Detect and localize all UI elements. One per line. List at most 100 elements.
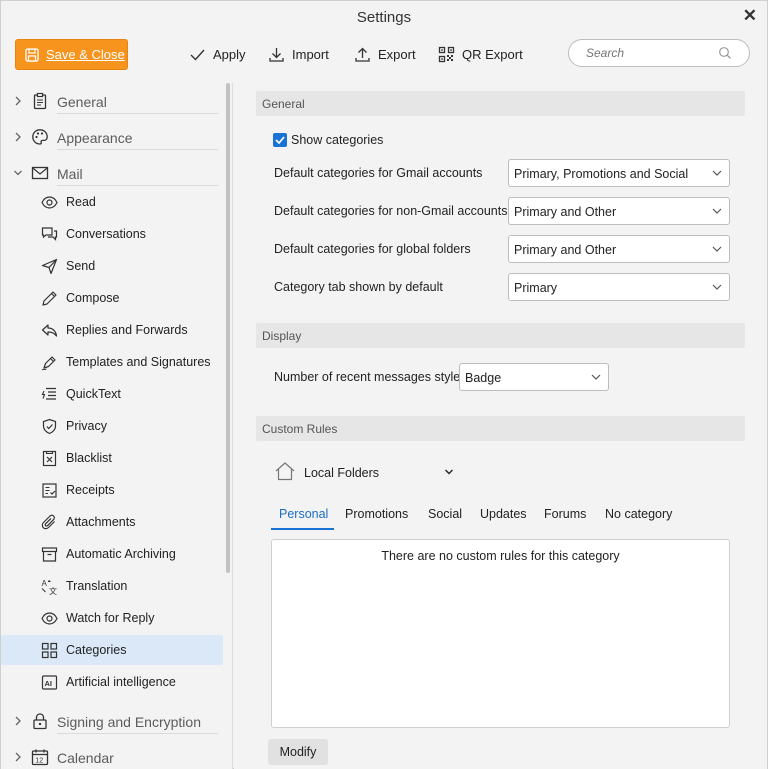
non-gmail-categories-dropdown[interactable]: Primary and Other (508, 197, 730, 225)
custom-rules-list[interactable]: There are no custom rules for this categ… (271, 539, 730, 728)
group-header-custom-rules: Custom Rules (256, 416, 745, 441)
svg-text:12: 12 (35, 758, 43, 765)
title-bar: Settings ✕ (1, 1, 767, 35)
sidebar-item-attachments[interactable]: Attachments (1, 507, 223, 537)
tab-social[interactable]: Social (428, 507, 462, 521)
default-tab-dropdown[interactable]: Primary (508, 273, 730, 301)
eye-icon (41, 196, 58, 209)
ai-icon: AI (41, 675, 58, 690)
sidebar-item-label: Send (66, 259, 96, 273)
sidebar-section-signing-encryption[interactable]: Signing and Encryption (1, 708, 223, 736)
sidebar-item-label: Read (66, 195, 96, 209)
sidebar-item-send[interactable]: Send (1, 251, 223, 281)
export-label: Export (378, 46, 416, 62)
tab-forums[interactable]: Forums (544, 507, 586, 521)
apply-label: Apply (213, 46, 246, 62)
group-header-label: Custom Rules (262, 422, 338, 436)
window-title: Settings (356, 9, 412, 26)
export-button[interactable]: Export (354, 43, 416, 65)
sidebar-item-privacy[interactable]: Privacy (1, 411, 223, 441)
sidebar-item-label: Conversations (66, 227, 146, 241)
sidebar-section-label: Signing and Encryption (57, 714, 201, 730)
sidebar-item-blacklist[interactable]: Blacklist (1, 443, 223, 473)
default-tab-label: Category tab shown by default (274, 280, 443, 294)
translate-icon: A文 (42, 579, 58, 595)
tab-promotions[interactable]: Promotions (345, 507, 408, 521)
close-icon[interactable]: ✕ (743, 6, 757, 26)
qr-export-label: QR Export (462, 46, 523, 62)
dropdown-value: Primary and Other (514, 205, 617, 219)
empty-rules-message: There are no custom rules for this categ… (381, 549, 620, 563)
search-icon[interactable] (718, 46, 732, 60)
sidebar-section-label: General (57, 94, 107, 110)
save-icon (25, 47, 39, 62)
active-tab-indicator (271, 528, 334, 530)
import-button[interactable]: Import (268, 43, 329, 65)
sidebar-item-receipts[interactable]: Receipts (1, 475, 223, 505)
section-divider (57, 733, 218, 734)
import-label: Import (292, 46, 329, 62)
blacklist-icon (42, 450, 57, 467)
tab-personal[interactable]: Personal (279, 507, 328, 521)
settings-content: General Show categories Default categori… (234, 83, 767, 769)
group-header-display: Display (256, 323, 745, 348)
modify-button[interactable]: Modify (268, 739, 328, 765)
sidebar-item-watch-for-reply[interactable]: Watch for Reply (1, 603, 223, 633)
sidebar-item-translation[interactable]: A文 Translation (1, 571, 223, 601)
sidebar-section-calendar[interactable]: 12 Calendar (1, 744, 223, 769)
toolbar: Save & Close Apply Import Export QR Expo… (1, 37, 767, 73)
dropdown-value: Badge (465, 371, 502, 385)
pencil-icon (42, 291, 57, 306)
sidebar-item-replies-forwards[interactable]: Replies and Forwards (1, 315, 223, 345)
signature-pen-icon (41, 356, 56, 371)
chevron-right-icon (15, 96, 21, 106)
sidebar-item-label: Watch for Reply (66, 611, 155, 625)
chevron-right-icon (15, 716, 21, 726)
sidebar-item-conversations[interactable]: Conversations (1, 219, 223, 249)
save-close-button[interactable]: Save & Close (15, 39, 128, 70)
sidebar-item-read[interactable]: Read (1, 187, 223, 217)
send-icon (41, 258, 58, 275)
svg-text:A: A (42, 579, 48, 588)
sidebar-section-appearance[interactable]: Appearance (1, 124, 223, 152)
recent-messages-style-dropdown[interactable]: Badge (459, 363, 609, 391)
tab-no-category[interactable]: No category (605, 507, 672, 521)
sidebar-item-templates-signatures[interactable]: Templates and Signatures (1, 347, 223, 377)
sidebar-section-mail[interactable]: Mail (1, 160, 223, 188)
sidebar-item-label: Compose (66, 291, 120, 305)
sidebar-item-automatic-archiving[interactable]: Automatic Archiving (1, 539, 223, 569)
calendar-icon: 12 (31, 749, 49, 766)
sidebar-item-label: Attachments (66, 515, 136, 529)
sidebar-item-categories[interactable]: Categories (1, 635, 223, 665)
sidebar-item-artificial-intelligence[interactable]: AI Artificial intelligence (1, 667, 223, 697)
home-folder-icon (275, 462, 295, 481)
apply-button[interactable]: Apply (189, 43, 246, 65)
sidebar-item-quicktext[interactable]: QuickText (1, 379, 223, 409)
svg-text:AI: AI (45, 679, 53, 688)
save-close-label: Save & Close (46, 47, 125, 62)
sidebar-item-label: Blacklist (66, 451, 112, 465)
chevron-down-icon (712, 170, 722, 176)
archive-icon (41, 547, 58, 562)
search-input[interactable] (586, 45, 716, 61)
qr-code-icon (438, 46, 455, 62)
settings-window: Settings ✕ Save & Close Apply Import Exp… (0, 0, 768, 769)
qr-export-button[interactable]: QR Export (438, 43, 523, 65)
checkmark-icon (275, 136, 285, 145)
chevron-down-icon (14, 170, 22, 176)
shield-icon (42, 418, 57, 435)
gmail-categories-dropdown[interactable]: Primary, Promotions and Social (508, 159, 730, 187)
sidebar-item-label: Replies and Forwards (66, 323, 188, 337)
tab-updates[interactable]: Updates (480, 507, 527, 521)
sidebar-section-label: Calendar (57, 750, 114, 766)
show-categories-checkbox[interactable] (273, 133, 287, 147)
global-folders-categories-dropdown[interactable]: Primary and Other (508, 235, 730, 263)
sidebar-section-label: Appearance (57, 130, 133, 146)
sidebar-section-general[interactable]: General (1, 88, 223, 116)
chevron-down-icon (712, 246, 722, 252)
categories-icon (41, 642, 58, 659)
palette-icon (32, 129, 48, 145)
chevron-down-icon (712, 284, 722, 290)
sidebar-scrollbar[interactable] (226, 83, 230, 573)
sidebar-item-compose[interactable]: Compose (1, 283, 223, 313)
